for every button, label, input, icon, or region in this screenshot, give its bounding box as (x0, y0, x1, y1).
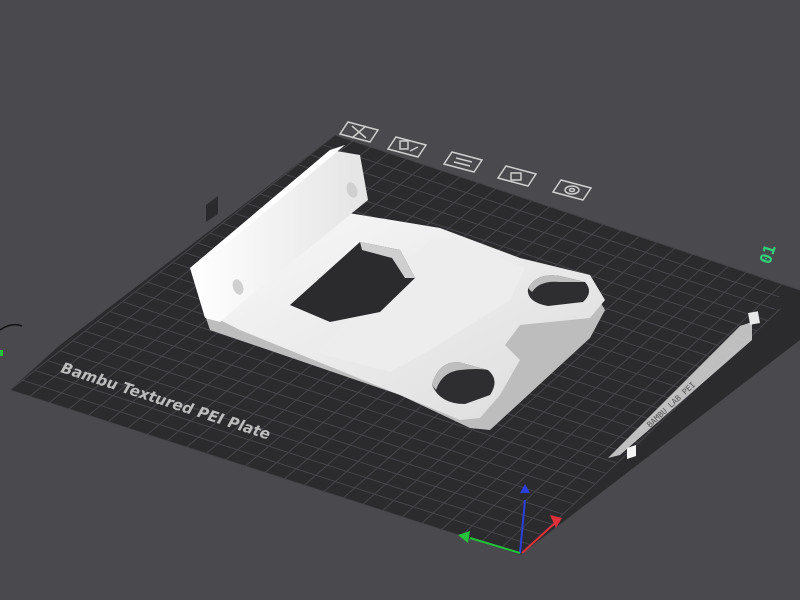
auto-arrange-icon[interactable] (386, 136, 428, 158)
offscreen-marker (0, 350, 3, 356)
plate-number: 01 (756, 242, 780, 266)
plate-settings-icon[interactable] (551, 179, 593, 201)
3d-viewport[interactable]: BAMBU LAB PEI 01 Bambu Textured PEI Plat… (0, 0, 800, 600)
lock-plate-icon[interactable] (496, 165, 538, 187)
orient-icon[interactable] (442, 151, 484, 173)
offscreen-edge-line (0, 323, 23, 331)
plate-notch-left (206, 196, 218, 222)
